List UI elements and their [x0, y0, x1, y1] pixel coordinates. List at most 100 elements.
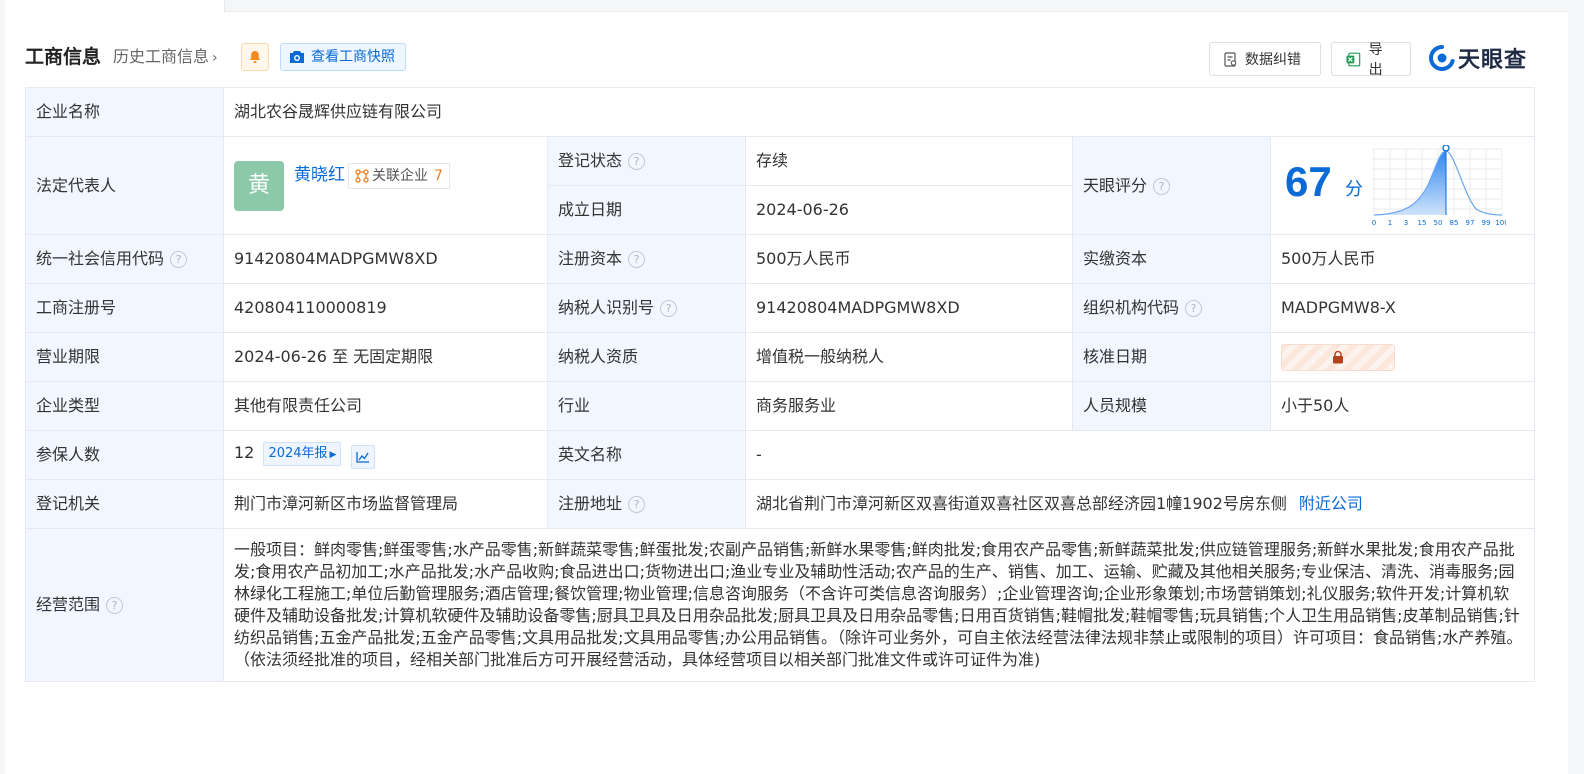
credit-code-value: 91420804MADPGMW8XD: [223, 234, 548, 284]
staff-size-label: 人员规模: [1072, 381, 1271, 431]
company-type-label: 企业类型: [25, 381, 224, 431]
data-fix-button[interactable]: 数据纠错: [1209, 42, 1321, 76]
approval-date-label: 核准日期: [1072, 332, 1271, 382]
help-icon[interactable]: ?: [628, 251, 646, 268]
locked-value[interactable]: [1281, 343, 1395, 371]
related-companies-badge[interactable]: 关联企业 7: [348, 162, 450, 189]
reg-capital-value: 500万人民币: [745, 234, 1073, 284]
history-link[interactable]: 历史工商信息 ›: [113, 46, 218, 69]
chevron-right-icon: ›: [212, 50, 218, 66]
export-button[interactable]: 导出: [1331, 42, 1411, 78]
est-date-label: 成立日期: [547, 185, 746, 235]
reg-address-label-text: 注册地址: [558, 494, 623, 513]
reg-address-value: 湖北省荆门市漳河新区双喜街道双喜社区双喜总部经济园1幢1902号房东侧 附近公司: [744, 479, 1536, 529]
staff-size-value: 小于50人: [1269, 381, 1536, 431]
tianyan-score-unit: 分: [1345, 179, 1363, 200]
score-distribution-chart: 0 1 3 15 50 85 97 99 100: [1372, 145, 1506, 227]
company-name-value: 湖北农谷晟辉供应链有限公司: [222, 87, 1536, 137]
history-link-label: 历史工商信息: [113, 47, 210, 66]
score-axis-tick: 0: [1372, 219, 1376, 227]
taxpayer-id-label-text: 纳税人识别号: [558, 298, 655, 317]
credit-code-label-text: 统一社会信用代码: [36, 249, 165, 268]
annual-report-badge[interactable]: 2024年报 ▶: [263, 441, 342, 466]
snapshot-button-label: 查看工商快照: [311, 49, 395, 65]
table-row: 企业类型 其他有限责任公司 行业 商务服务业 人员规模 小于50人: [25, 381, 1536, 431]
tianyan-score-label: 天眼评分?: [1072, 136, 1271, 235]
taxpayer-qual-value: 增值税一般纳税人: [745, 332, 1073, 382]
tianyan-score-number: 67: [1285, 158, 1332, 205]
reg-status-value: 存续: [745, 136, 1073, 186]
table-row: 工商注册号 420804110000819 纳税人识别号? 91420804MA…: [25, 283, 1536, 333]
term-label: 营业期限: [25, 332, 224, 382]
score-axis-tick: 100: [1495, 219, 1506, 227]
related-count: 7: [434, 167, 443, 184]
network-icon: [355, 168, 369, 183]
score-axis-tick: 97: [1466, 219, 1475, 227]
help-icon[interactable]: ?: [628, 496, 646, 513]
reg-capital-label-text: 注册资本: [558, 249, 623, 268]
est-date-value: 2024-06-26: [745, 185, 1073, 235]
company-type-value: 其他有限责任公司: [223, 381, 548, 431]
section-title: 工商信息: [25, 46, 102, 68]
reg-capital-label: 注册资本?: [547, 234, 746, 284]
tianyancha-logo: 天眼查: [1429, 42, 1527, 74]
table-row: 企业名称 湖北农谷晟辉供应链有限公司: [25, 87, 1536, 137]
snapshot-button[interactable]: 查看工商快照: [280, 43, 406, 71]
score-axis-tick: 1: [1388, 219, 1392, 227]
trend-chart-icon[interactable]: [350, 444, 375, 469]
english-name-value: -: [744, 430, 1536, 480]
score-axis-tick: 85: [1450, 219, 1459, 227]
help-icon[interactable]: ?: [1153, 177, 1171, 195]
paid-capital-value: 500万人民币: [1269, 234, 1536, 284]
nearby-companies-link[interactable]: 附近公司: [1299, 494, 1363, 513]
score-axis-tick: 99: [1482, 219, 1491, 227]
bell-icon[interactable]: [241, 43, 269, 71]
help-icon[interactable]: ?: [170, 251, 188, 268]
legal-rep-label: 法定代表人: [25, 136, 224, 235]
annual-report-label: 2024年报: [268, 445, 328, 461]
scope-label: 经营范围?: [25, 528, 224, 682]
paid-capital-label: 实缴资本: [1072, 234, 1271, 284]
active-tab[interactable]: [5, 0, 225, 12]
section-header: 工商信息 历史工商信息 › 查看工商快照 数据纠错 导出 天眼查: [25, 40, 1545, 78]
company-name-label: 企业名称: [25, 87, 224, 137]
help-icon[interactable]: ?: [1185, 300, 1203, 317]
help-icon[interactable]: ?: [628, 153, 646, 170]
taxpayer-id-label: 纳税人识别号?: [547, 283, 746, 333]
table-row: 参保人数 12 2024年报 ▶ 英文名称 -: [25, 430, 1536, 480]
org-code-label: 组织机构代码?: [1072, 283, 1271, 333]
table-row: 法定代表人 黄 黄晓红 关联企业 7 登记状态? 存续 天眼评分? 67 分 0…: [25, 136, 1536, 235]
help-icon[interactable]: ?: [660, 300, 678, 317]
reg-address-text: 湖北省荆门市漳河新区双喜街道双喜社区双喜总部经济园1幢1902号房东侧: [756, 494, 1287, 513]
english-name-label: 英文名称: [547, 430, 746, 480]
caret-right-icon: ▶: [329, 449, 337, 460]
table-row: 登记机关 荆门市漳河新区市场监督管理局 注册地址? 湖北省荆门市漳河新区双喜街道…: [25, 479, 1536, 529]
taxpayer-qual-label: 纳税人资质: [547, 332, 746, 382]
tianyan-score-label-text: 天眼评分: [1083, 175, 1148, 195]
reg-authority-value: 荆门市漳河新区市场监督管理局: [223, 479, 548, 529]
page: 工商信息 历史工商信息 › 查看工商快照 数据纠错 导出 天眼查 企业名称 湖北农…: [5, 0, 1568, 774]
org-code-value: MADPGMW8-X: [1269, 283, 1536, 333]
legal-rep-name[interactable]: 黄晓红: [294, 164, 345, 186]
scope-value: 一般项目：鲜肉零售;鲜蛋零售;水产品零售;新鲜蔬菜零售;鲜蛋批发;农副产品销售;…: [222, 528, 1536, 682]
term-value: 2024-06-26 至 无固定期限: [223, 332, 548, 382]
eye-logo-icon: [1429, 45, 1455, 71]
avatar[interactable]: 黄: [234, 160, 284, 211]
insured-count: 12: [234, 442, 255, 462]
biz-reg-no-label: 工商注册号: [25, 283, 224, 333]
org-code-label-text: 组织机构代码: [1083, 298, 1180, 317]
reg-address-label: 注册地址?: [547, 479, 746, 529]
logo-text: 天眼查: [1458, 48, 1528, 73]
tianyan-score-cell[interactable]: 67 分 0 1 3 15 50 85 97 99 100: [1269, 136, 1536, 235]
insured-label: 参保人数: [25, 430, 224, 480]
help-icon[interactable]: ?: [106, 597, 124, 614]
lock-icon: [1333, 350, 1343, 364]
top-tab-strip: [5, 0, 1568, 12]
legal-rep-cell: 黄 黄晓红 关联企业 7: [223, 136, 548, 235]
reg-status-label-text: 登记状态: [558, 151, 623, 170]
approval-date-value: [1269, 332, 1536, 382]
data-fix-label: 数据纠错: [1245, 52, 1301, 68]
business-info-table: 企业名称 湖北农谷晟辉供应链有限公司 法定代表人 黄 黄晓红 关联企业 7 登记状…: [25, 87, 1536, 682]
table-row: 经营范围? 一般项目：鲜肉零售;鲜蛋零售;水产品零售;新鲜蔬菜零售;鲜蛋批发;农…: [25, 528, 1536, 682]
taxpayer-id-value: 91420804MADPGMW8XD: [745, 283, 1073, 333]
